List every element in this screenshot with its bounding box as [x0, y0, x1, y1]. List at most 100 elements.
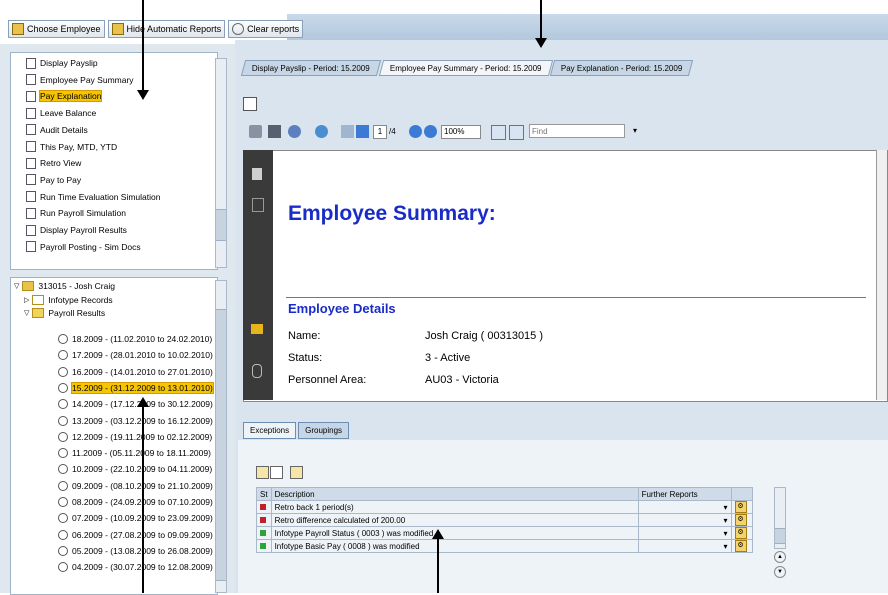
next-page-icon[interactable]	[356, 125, 369, 138]
action-cell: ⚙	[730, 526, 753, 540]
export-icon[interactable]	[270, 466, 283, 479]
share-icon[interactable]	[288, 125, 301, 138]
further-reports-cell[interactable]: ▾	[637, 500, 732, 514]
prev-page-icon[interactable]	[341, 125, 354, 138]
clock-icon	[58, 464, 68, 475]
report-icon	[26, 157, 36, 169]
print-icon[interactable]	[249, 125, 262, 138]
clock-icon	[58, 480, 68, 491]
payroll-results-node[interactable]: ▽ Payroll Results	[24, 307, 105, 319]
sign-icon[interactable]	[315, 125, 328, 138]
payroll-period-item[interactable]: 14.2009 - (17.12.2009 to 30.12.2009)	[58, 398, 213, 410]
expand-icon[interactable]: ▽	[24, 309, 29, 317]
viewer-scrollbar[interactable]	[876, 150, 887, 400]
report-tree-item[interactable]: Display Payslip	[26, 57, 98, 69]
execute-icon[interactable]: ⚙	[734, 540, 747, 552]
scroll-down-icon[interactable]: ▼	[774, 566, 786, 578]
report-tab[interactable]: Employee Pay Summary - Period: 15.2009	[378, 60, 553, 76]
further-reports-cell[interactable]: ▾	[637, 526, 732, 540]
report-tree-item[interactable]: Run Payroll Simulation	[26, 207, 126, 219]
find-input[interactable]	[529, 124, 625, 138]
col-further-reports-header[interactable]: Further Reports	[637, 487, 732, 501]
report-tree-item[interactable]: This Pay, MTD, YTD	[26, 141, 117, 153]
report-tree-scrollbar[interactable]	[215, 58, 227, 268]
payroll-period-item[interactable]: 17.2009 - (28.01.2010 to 10.02.2010)	[58, 349, 213, 361]
employee-summary-title: Employee Summary:	[288, 202, 496, 225]
annotation-arrow-head	[535, 38, 547, 48]
page-number-field[interactable]: 1	[373, 125, 387, 139]
hide-automatic-reports-button[interactable]: Hide Automatic Reports	[107, 20, 226, 38]
table-row[interactable]: Retro back 1 period(s) ▾ ⚙	[256, 500, 753, 514]
dropdown-icon[interactable]: ▾	[724, 503, 728, 512]
report-tab[interactable]: Display Payslip - Period: 15.2009	[240, 60, 381, 76]
payroll-period-item[interactable]: 18.2009 - (11.02.2010 to 24.02.2010)	[58, 333, 212, 345]
scroll-thumb[interactable]	[775, 528, 785, 544]
viewer-option-button[interactable]	[243, 97, 257, 111]
clear-reports-button[interactable]: Clear reports	[228, 20, 304, 38]
zoom-in-icon[interactable]	[424, 125, 437, 138]
scroll-thumb[interactable]	[216, 209, 226, 241]
col-status-header[interactable]: St	[256, 487, 272, 501]
col-description-header[interactable]: Description	[270, 487, 639, 501]
report-tree-item[interactable]: Audit Details	[26, 124, 88, 136]
execute-icon[interactable]: ⚙	[734, 501, 747, 513]
zoom-select[interactable]: 100%	[441, 125, 481, 139]
table-row[interactable]: Infotype Payroll Status ( 0003 ) was mod…	[256, 526, 753, 540]
choose-employee-button[interactable]: Choose Employee	[8, 20, 105, 38]
payroll-period-item[interactable]: 05.2009 - (13.08.2009 to 26.08.2009)	[58, 545, 213, 557]
payroll-period-item[interactable]: 15.2009 - (31.12.2009 to 13.01.2010)	[58, 381, 214, 394]
payroll-period-item[interactable]: 10.2009 - (22.10.2009 to 04.11.2009)	[58, 463, 212, 475]
scroll-thumb[interactable]	[216, 309, 226, 581]
payroll-period-item[interactable]: 09.2009 - (08.10.2009 to 21.10.2009)	[58, 480, 213, 492]
fit-width-icon[interactable]	[509, 125, 524, 140]
status-cell	[256, 513, 272, 527]
payroll-period-item[interactable]: 06.2009 - (27.08.2009 to 09.09.2009)	[58, 529, 213, 541]
field-label: Personnel Area:	[288, 374, 367, 386]
payroll-period-item[interactable]: 07.2009 - (10.09.2009 to 23.09.2009)	[58, 512, 213, 524]
payroll-period-item[interactable]: 04.2009 - (30.07.2009 to 12.08.2009)	[58, 561, 213, 573]
execute-icon[interactable]: ⚙	[734, 527, 747, 539]
exceptions-scrollbar[interactable]	[774, 487, 786, 549]
zoom-out-icon[interactable]	[409, 125, 422, 138]
scroll-up-icon[interactable]: ▲	[774, 551, 786, 563]
layout-icon[interactable]	[290, 466, 303, 479]
payroll-period-item[interactable]: 08.2009 - (24.09.2009 to 07.10.2009)	[58, 496, 213, 508]
lower-tab[interactable]: Groupings	[298, 422, 350, 439]
employee-node[interactable]: ▽ 313015 - Josh Craig	[14, 280, 115, 292]
expand-icon[interactable]: ▷	[24, 296, 29, 304]
report-tree-item[interactable]: Retro View	[26, 157, 81, 169]
save-icon[interactable]	[268, 125, 281, 138]
employee-details-heading: Employee Details	[288, 301, 396, 316]
fit-page-icon[interactable]	[491, 125, 506, 140]
bookmarks-icon[interactable]	[252, 198, 264, 212]
further-reports-cell[interactable]: ▾	[637, 539, 732, 553]
lower-tab[interactable]: Exceptions	[243, 422, 297, 439]
report-tree-item[interactable]: Pay to Pay	[26, 174, 81, 186]
expand-icon[interactable]: ▽	[14, 282, 19, 290]
payroll-period-item[interactable]: 16.2009 - (14.01.2010 to 27.01.2010)	[58, 366, 213, 378]
report-tab[interactable]: Pay Explanation - Period: 15.2009	[550, 60, 695, 76]
dropdown-icon[interactable]: ▾	[724, 516, 728, 525]
dropdown-icon[interactable]: ▾	[724, 542, 728, 551]
signatures-icon[interactable]	[251, 324, 263, 334]
table-row[interactable]: Infotype Basic Pay ( 0008 ) was modified…	[256, 539, 753, 553]
report-tree-item[interactable]: Leave Balance	[26, 107, 96, 119]
payroll-period-item[interactable]: 11.2009 - (05.11.2009 to 18.11.2009)	[58, 447, 211, 459]
report-tree-item[interactable]: Pay Explanation	[26, 90, 103, 103]
report-tree-item[interactable]: Employee Pay Summary	[26, 74, 134, 86]
filter-icon[interactable]	[256, 466, 269, 479]
attachments-icon[interactable]	[252, 364, 262, 378]
infotype-records-node[interactable]: ▷ Infotype Records	[24, 294, 113, 306]
find-dropdown-icon[interactable]: ▾	[633, 126, 637, 135]
dropdown-icon[interactable]: ▾	[724, 529, 728, 538]
payroll-period-item[interactable]: 12.2009 - (19.11.2009 to 02.12.2009)	[58, 431, 212, 443]
execute-icon[interactable]: ⚙	[734, 514, 747, 526]
report-tree-item[interactable]: Run Time Evaluation Simulation	[26, 191, 160, 203]
table-row[interactable]: Retro difference calculated of 200.00 ▾ ⚙	[256, 513, 753, 527]
payroll-period-item[interactable]: 13.2009 - (03.12.2009 to 16.12.2009)	[58, 415, 213, 427]
report-tree-item[interactable]: Display Payroll Results	[26, 224, 127, 236]
employee-tree-scrollbar[interactable]	[215, 280, 227, 593]
further-reports-cell[interactable]: ▾	[637, 513, 732, 527]
report-tree-item[interactable]: Payroll Posting - Sim Docs	[26, 241, 141, 253]
pages-icon[interactable]	[252, 168, 262, 180]
